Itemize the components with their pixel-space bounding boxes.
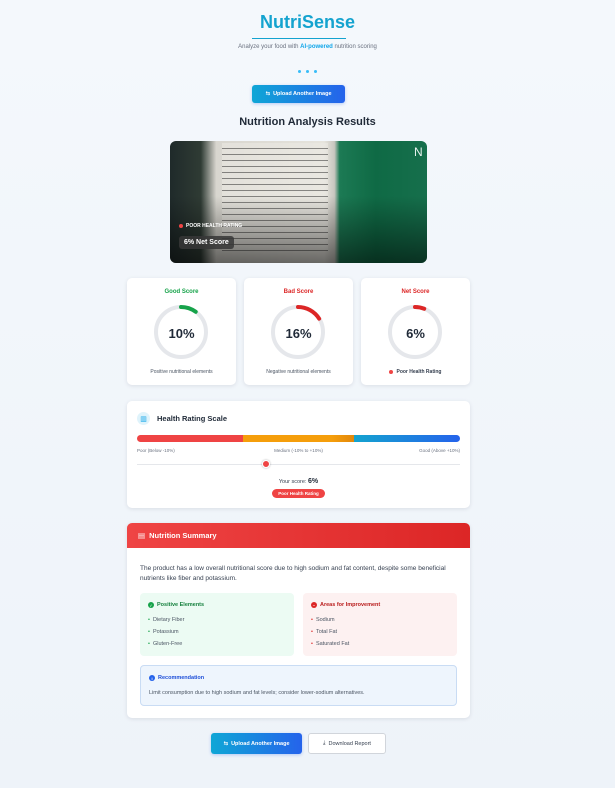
net-score-title: Net Score bbox=[401, 289, 430, 295]
bad-score-value: 16% bbox=[285, 326, 312, 341]
bad-score-title: Bad Score bbox=[283, 289, 314, 295]
brand-underline bbox=[252, 38, 346, 39]
good-score-card: Good Score 10% Positive nutritional elem… bbox=[127, 278, 236, 385]
net-score-caption: Poor Health Rating bbox=[396, 369, 442, 375]
status-dot-icon bbox=[179, 224, 183, 228]
photo-rating-tag: POOR HEALTH RATING bbox=[179, 223, 242, 229]
net-score-value: 6% bbox=[406, 326, 425, 341]
upload-another-image-button-bottom[interactable]: ⇆ Upload Another Image bbox=[211, 733, 302, 754]
package-corner-text: N bbox=[414, 145, 423, 159]
improvement-item: Saturated Fat bbox=[311, 641, 349, 647]
good-score-caption: Positive nutritional elements bbox=[150, 369, 213, 375]
upload-another-image-button[interactable]: ⇆ Upload Another Image bbox=[252, 85, 345, 103]
check-circle-icon: ✓ bbox=[148, 602, 154, 608]
scale-title: Health Rating Scale bbox=[157, 414, 228, 423]
upload-button-label: Upload Another Image bbox=[273, 91, 332, 97]
good-score-value: 10% bbox=[168, 326, 195, 341]
your-score-label: Your score: bbox=[278, 479, 307, 485]
results-title: Nutrition Analysis Results bbox=[239, 116, 376, 128]
improvement-areas-box: −Areas for Improvement Sodium Total Fat … bbox=[303, 593, 457, 656]
your-score-value: 6% bbox=[308, 478, 319, 485]
scale-segment-medium bbox=[243, 435, 354, 442]
minus-circle-icon: − bbox=[311, 602, 317, 608]
tagline-highlight: AI-powered bbox=[300, 44, 333, 50]
bar-chart-icon: ▥ bbox=[137, 412, 150, 425]
tagline-prefix: Analyze your food with bbox=[238, 44, 301, 50]
nutrition-summary-card: ▤ Nutrition Summary The product has a low… bbox=[127, 523, 470, 718]
scale-label-good: Good (Above +10%) bbox=[419, 448, 460, 453]
summary-text: The product has a low overall nutritiona… bbox=[140, 565, 446, 582]
positive-elements-header: ✓ Positive Elements bbox=[148, 602, 204, 608]
download-report-button[interactable]: ⤓ Download Report bbox=[308, 733, 386, 754]
info-icon: i bbox=[149, 675, 155, 681]
status-dot-icon bbox=[389, 370, 394, 374]
refresh-icon: ⇆ bbox=[265, 91, 271, 97]
recommendation-header: i Recommendation bbox=[149, 675, 204, 681]
refresh-icon: ⇆ bbox=[223, 740, 229, 747]
net-score-card: Net Score 6% Poor Health Rating bbox=[361, 278, 470, 385]
scale-track bbox=[137, 464, 460, 465]
summary-header: ▤ Nutrition Summary bbox=[127, 523, 470, 548]
improvement-areas-header: − Areas for Improvement bbox=[311, 602, 380, 608]
recommendation-box: i Recommendation Limit consumption due to… bbox=[140, 665, 457, 706]
upload-button-label: Upload Another Image bbox=[231, 740, 290, 747]
positive-item: Potassium bbox=[148, 629, 179, 635]
scale-segment-good bbox=[354, 435, 460, 442]
download-button-label: Download Report bbox=[328, 740, 371, 747]
recommendation-text: Limit consumption due to high sodium and… bbox=[149, 690, 365, 696]
positive-elements-title: Positive Elements bbox=[157, 602, 205, 608]
bad-score-card: Bad Score 16% Negative nutritional eleme… bbox=[244, 278, 353, 385]
your-score-line: Your score: 6% bbox=[127, 478, 470, 485]
app-brand-title: NutriSense bbox=[259, 12, 356, 32]
improvement-item: Total Fat bbox=[311, 629, 337, 635]
score-marker bbox=[262, 460, 270, 468]
scale-segment-poor bbox=[137, 435, 243, 442]
photo-net-score-badge: 6% Net Score bbox=[179, 236, 234, 249]
rating-badge: Poor Health Rating bbox=[272, 489, 325, 498]
recommendation-title: Recommendation bbox=[158, 675, 205, 681]
bad-score-caption: Negative nutritional elements bbox=[266, 369, 331, 375]
tagline-suffix: nutrition scoring bbox=[332, 44, 377, 50]
food-label-photo: N POOR HEALTH RATING 6% Net Score bbox=[170, 141, 427, 263]
loading-dots-decoration bbox=[0, 60, 615, 78]
health-scale-bar bbox=[137, 435, 460, 442]
improvement-item: Sodium bbox=[311, 617, 335, 623]
positive-elements-box: ✓Positive Elements Dietary Fiber Potassi… bbox=[140, 593, 294, 656]
summary-title: Nutrition Summary bbox=[149, 531, 217, 540]
download-icon: ⤓ bbox=[323, 740, 326, 746]
positive-item: Dietary Fiber bbox=[148, 617, 184, 623]
good-score-title: Good Score bbox=[164, 289, 199, 295]
photo-rating-text: POOR HEALTH RATING bbox=[186, 223, 243, 229]
net-score-rating: Poor Health Rating bbox=[361, 369, 470, 375]
app-tagline: Analyze your food with AI-powered nutrit… bbox=[0, 44, 615, 50]
clipboard-icon: ▤ bbox=[138, 531, 146, 540]
health-rating-scale-card: ▥ Health Rating Scale Poor (Below -10%) … bbox=[127, 401, 470, 508]
positive-item: Gluten-Free bbox=[148, 641, 182, 647]
improvement-areas-title: Areas for Improvement bbox=[320, 602, 381, 608]
